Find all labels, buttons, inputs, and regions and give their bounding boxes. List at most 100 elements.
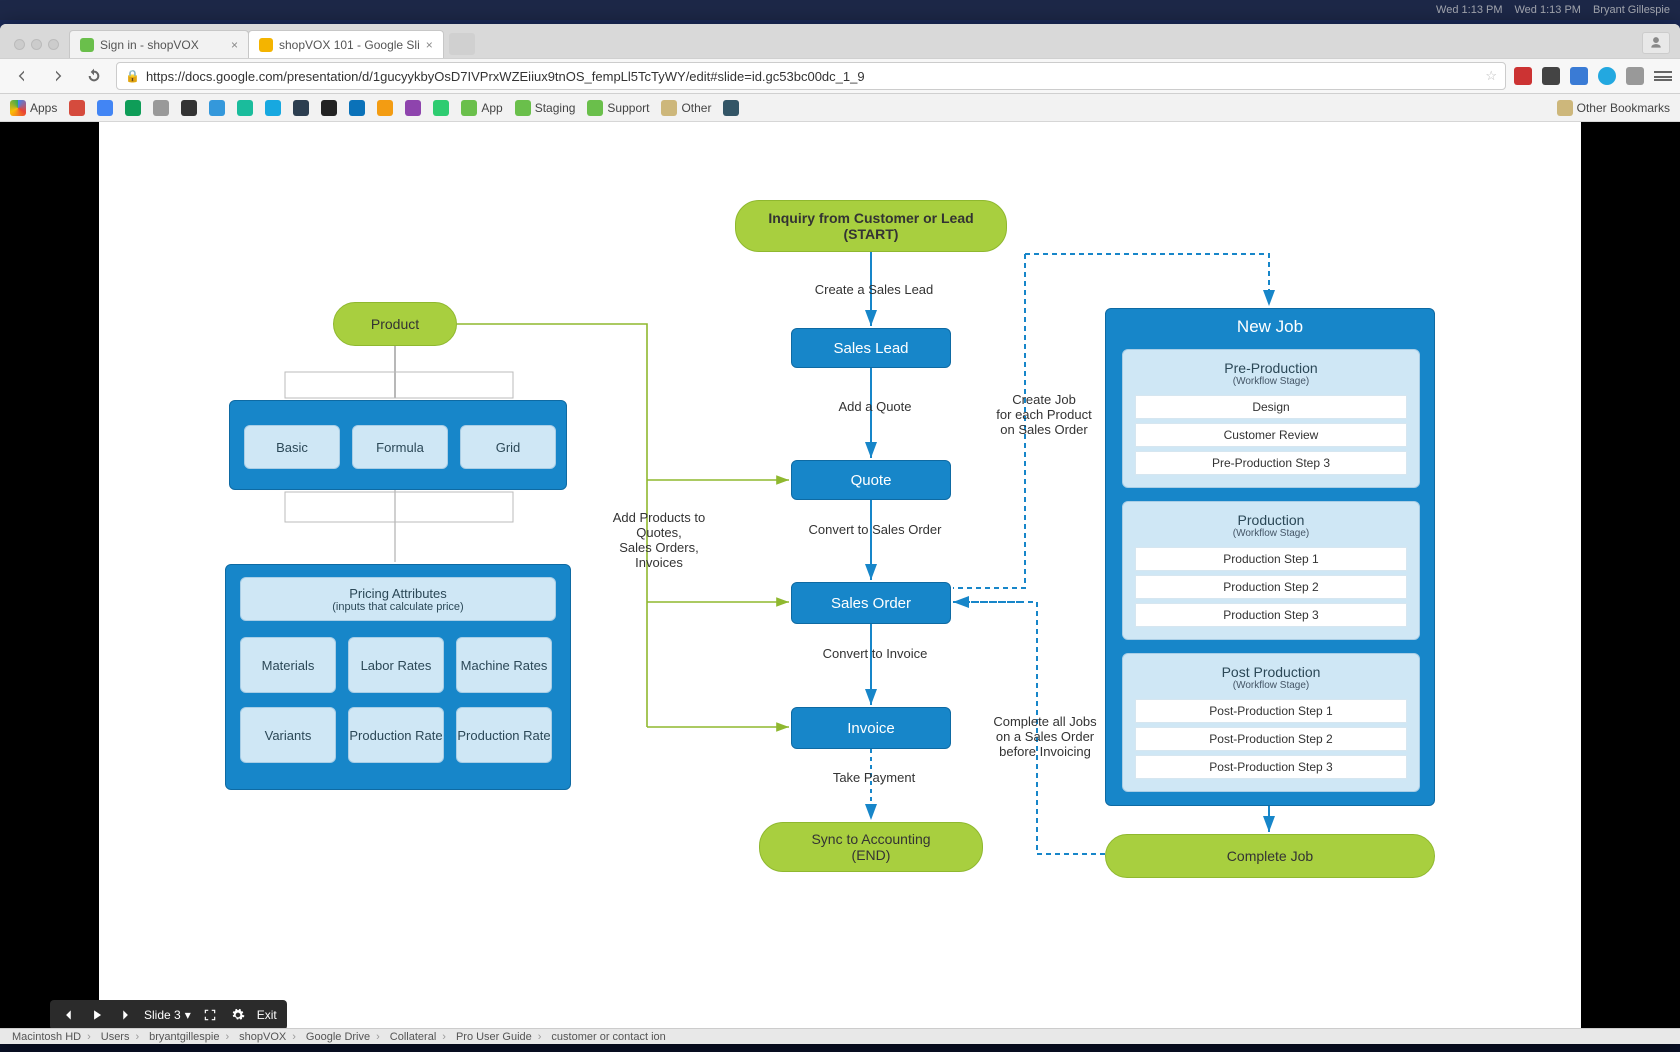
product-node: Product	[333, 302, 457, 346]
window-controls[interactable]	[10, 39, 69, 58]
slide-indicator[interactable]: Slide 3 ▾	[144, 1008, 191, 1022]
workflow-step: Post-Production Step 2	[1135, 727, 1407, 751]
bookmark-item[interactable]	[349, 100, 365, 116]
label-add-quote: Add a Quote	[815, 399, 935, 414]
bookmark-folder-other[interactable]: Other	[661, 100, 711, 116]
minimize-window-icon[interactable]	[31, 39, 42, 50]
slide-canvas[interactable]: Inquiry from Customer or Lead(START) Crea…	[99, 122, 1581, 1044]
bookmark-item[interactable]	[723, 100, 739, 116]
menubar-user: Bryant Gillespie	[1593, 4, 1670, 16]
star-icon[interactable]: ☆	[1485, 68, 1497, 84]
end-node: Sync to Accounting(END)	[759, 822, 983, 872]
browser-tab-active[interactable]: shopVOX 101 - Google Sli ×	[248, 30, 444, 58]
product-type-formula: Formula	[352, 425, 448, 469]
presentation-toolbar: Slide 3 ▾ Exit	[50, 1000, 287, 1030]
prev-slide-button[interactable]	[60, 1006, 78, 1024]
next-slide-button[interactable]	[116, 1006, 134, 1024]
bookmark-item[interactable]	[97, 100, 113, 116]
exit-button[interactable]: Exit	[257, 1008, 277, 1022]
bookmark-item[interactable]	[209, 100, 225, 116]
label-convert-invoice: Convert to Invoice	[795, 646, 955, 661]
node-invoice: Invoice	[791, 707, 951, 749]
fullscreen-button[interactable]	[201, 1006, 219, 1024]
product-type-basic: Basic	[244, 425, 340, 469]
mac-menubar: Wed 1:13 PM Wed 1:13 PM Bryant Gillespie	[0, 0, 1680, 20]
bookmark-item[interactable]	[293, 100, 309, 116]
label-create-job: Create Job for each Product on Sales Ord…	[979, 392, 1109, 437]
bookmark-item[interactable]	[181, 100, 197, 116]
toolbar-right	[1514, 67, 1672, 85]
tab-strip: Sign in - shopVOX × shopVOX 101 - Google…	[0, 24, 1680, 58]
apps-button[interactable]: Apps	[10, 100, 57, 116]
product-types-container: BasicFormulaGrid	[229, 400, 567, 490]
workflow-step: Design	[1135, 395, 1407, 419]
pricing-attr: Production Rate	[456, 707, 552, 763]
workflow-step: Pre-Production Step 3	[1135, 451, 1407, 475]
back-button[interactable]	[8, 62, 36, 90]
browser-tab[interactable]: Sign in - shopVOX ×	[69, 30, 249, 58]
pricing-attr: Labor Rates	[348, 637, 444, 693]
extension-icon[interactable]	[1598, 67, 1616, 85]
workflow-step: Production Step 1	[1135, 547, 1407, 571]
pricing-attr: Variants	[240, 707, 336, 763]
omnibox[interactable]: 🔒 https://docs.google.com/presentation/d…	[116, 62, 1506, 90]
pricing-attributes-container: Pricing Attributes(inputs that calculate…	[225, 564, 571, 790]
pricing-attr: Machine Rates	[456, 637, 552, 693]
extension-icon[interactable]	[1514, 67, 1532, 85]
bookmark-item[interactable]	[153, 100, 169, 116]
workflow-stage: Pre-Production(Workflow Stage)DesignCust…	[1122, 349, 1420, 488]
zoom-window-icon[interactable]	[48, 39, 59, 50]
menubar-clock: Wed 1:13 PM	[1436, 4, 1502, 16]
play-button[interactable]	[88, 1006, 106, 1024]
bookmark-item[interactable]	[265, 100, 281, 116]
workflow-step: Production Step 3	[1135, 603, 1407, 627]
address-bar: 🔒 https://docs.google.com/presentation/d…	[0, 58, 1680, 94]
workflow-step: Post-Production Step 1	[1135, 699, 1407, 723]
bookmark-staging[interactable]: Staging	[515, 100, 576, 116]
close-tab-icon[interactable]: ×	[231, 38, 238, 52]
node-quote: Quote	[791, 460, 951, 500]
label-add-products: Add Products to Quotes, Sales Orders, In…	[579, 510, 739, 570]
close-tab-icon[interactable]: ×	[426, 38, 433, 52]
node-sales-lead: Sales Lead	[791, 328, 951, 368]
label-convert-so: Convert to Sales Order	[785, 522, 965, 537]
complete-job-node: Complete Job	[1105, 834, 1435, 878]
bookmark-item[interactable]	[237, 100, 253, 116]
bookmark-item[interactable]	[405, 100, 421, 116]
workflow-step: Customer Review	[1135, 423, 1407, 447]
extension-icon[interactable]	[1626, 67, 1644, 85]
bookmark-item[interactable]	[69, 100, 85, 116]
close-window-icon[interactable]	[14, 39, 25, 50]
other-bookmarks-folder[interactable]: Other Bookmarks	[1557, 100, 1670, 116]
hamburger-menu-icon[interactable]	[1654, 71, 1672, 81]
chevron-down-icon: ▾	[185, 1008, 191, 1022]
workflow-step: Post-Production Step 3	[1135, 755, 1407, 779]
forward-button[interactable]	[44, 62, 72, 90]
bookmark-support[interactable]: Support	[587, 100, 649, 116]
profile-button[interactable]	[1642, 32, 1670, 54]
start-node: Inquiry from Customer or Lead(START)	[735, 200, 1007, 252]
new-job-container: New Job Pre-Production(Workflow Stage)Des…	[1105, 308, 1435, 806]
pricing-attributes-header: Pricing Attributes(inputs that calculate…	[240, 577, 556, 621]
workflow-stage: Post Production(Workflow Stage)Post-Prod…	[1122, 653, 1420, 792]
extension-icon[interactable]	[1570, 67, 1588, 85]
path-breadcrumbs: Macintosh HDUsersbryantgillespieshopVOXG…	[0, 1028, 1680, 1044]
pricing-attr: Production Rate	[348, 707, 444, 763]
bookmark-item[interactable]	[125, 100, 141, 116]
menubar-clock-2: Wed 1:13 PM	[1515, 4, 1581, 16]
label-create-sales-lead: Create a Sales Lead	[799, 282, 949, 297]
url-text: https://docs.google.com/presentation/d/1…	[146, 69, 865, 84]
bookmark-app[interactable]: App	[461, 100, 502, 116]
extension-icon[interactable]	[1542, 67, 1560, 85]
bookmark-item[interactable]	[321, 100, 337, 116]
bookmark-item[interactable]	[433, 100, 449, 116]
new-tab-button[interactable]	[449, 33, 475, 55]
reload-button[interactable]	[80, 62, 108, 90]
bookmarks-bar: Apps App Staging Support Other Other Boo…	[0, 94, 1680, 122]
workflow-stage: Production(Workflow Stage)Production Ste…	[1122, 501, 1420, 640]
new-job-title: New Job	[1106, 309, 1434, 343]
gear-icon[interactable]	[229, 1006, 247, 1024]
bookmark-item[interactable]	[377, 100, 393, 116]
workflow-step: Production Step 2	[1135, 575, 1407, 599]
lock-icon: 🔒	[125, 69, 140, 83]
